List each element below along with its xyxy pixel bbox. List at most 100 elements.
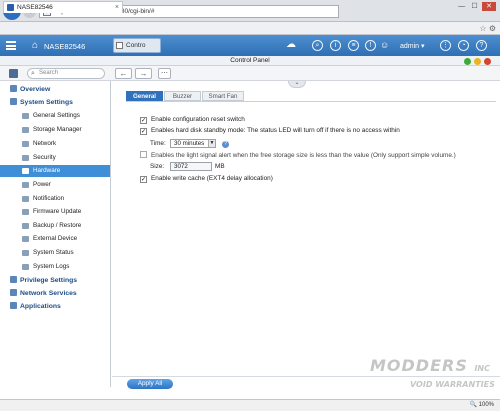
browser-tab-strip: [0, 22, 500, 35]
general-settings-icon: [22, 113, 29, 119]
tab-general[interactable]: General: [126, 91, 163, 101]
bulb-icon: [22, 182, 29, 188]
sidebar-item-system-logs[interactable]: System Logs: [22, 261, 110, 273]
hdd-standby-label: Enables hard disk standby mode: The stat…: [151, 127, 400, 134]
write-cache-checkbox[interactable]: ✓: [140, 176, 147, 183]
browser-status-bar: [0, 399, 500, 411]
light-alert-checkbox[interactable]: [140, 151, 147, 158]
external-device-icon: [22, 236, 29, 242]
light-alert-label: Enables the light signal alert when the …: [151, 152, 456, 159]
zoom-level[interactable]: 🔍 100%: [470, 400, 495, 410]
sidebar-item-security[interactable]: Security: [22, 152, 110, 164]
user-icon[interactable]: ☺: [380, 40, 389, 50]
time-label: Time:: [150, 140, 166, 147]
sidebar-item-notification[interactable]: Notification: [22, 193, 110, 205]
browser-menu-icons[interactable]: ☆ ⚙: [479, 24, 496, 33]
dashboard-icon[interactable]: ◔: [458, 40, 469, 51]
tab-smart-fan[interactable]: Smart Fan: [202, 91, 244, 101]
close-window-button[interactable]: ✕: [482, 2, 496, 11]
magnifier-icon: ⌕: [31, 70, 35, 77]
hardware-icon: [22, 168, 29, 174]
network-services-icon: [10, 289, 17, 296]
time-select-value: 30 minutes: [174, 140, 205, 147]
applications-icon: [10, 302, 17, 309]
apps-button[interactable]: ⋯: [158, 68, 171, 79]
open-app-label: Contro: [126, 42, 146, 49]
forward-button[interactable]: →: [135, 68, 152, 79]
cloud-icon[interactable]: ☁: [286, 39, 296, 50]
window-title: Control Panel: [0, 56, 500, 66]
option-light-alert: Enables the light signal alert when the …: [140, 151, 456, 160]
window-maximize-dot[interactable]: [474, 58, 481, 65]
minimize-button[interactable]: —: [456, 2, 467, 11]
network-icon: [22, 141, 29, 147]
storage-icon[interactable]: ≡: [348, 40, 359, 51]
size-unit: MB: [215, 163, 225, 170]
sidebar-network-services[interactable]: Network Services: [10, 289, 77, 297]
control-panel-icon: [116, 42, 123, 49]
notification-icon: [22, 196, 29, 202]
user-menu[interactable]: admin ▾: [400, 42, 425, 50]
main-menu-icon[interactable]: [6, 41, 16, 50]
system-logs-icon: [22, 264, 29, 270]
backup-icon: [22, 223, 29, 229]
tab-divider: [126, 101, 496, 102]
browser-tab-title: NASE82546: [17, 4, 53, 11]
sidebar-privilege-settings[interactable]: Privilege Settings: [10, 276, 77, 284]
window-close-dot[interactable]: [484, 58, 491, 65]
collapse-chevron-icon[interactable]: ⌄: [288, 80, 306, 88]
sidebar-item-hardware[interactable]: Hardware: [0, 165, 110, 177]
sidebar-item-general-settings[interactable]: General Settings: [22, 110, 110, 122]
sidebar-item-storage-manager[interactable]: Storage Manager: [22, 124, 110, 136]
config-reset-checkbox[interactable]: ✓: [140, 117, 147, 124]
chevron-down-icon: ▼: [208, 140, 215, 147]
option-write-cache: ✓ Enable write cache (EXT4 delay allocati…: [140, 174, 273, 183]
sidebar-system-settings[interactable]: System Settings: [10, 98, 73, 106]
sidebar-overview[interactable]: Overview: [10, 85, 50, 93]
home-icon[interactable]: ⌂: [32, 40, 38, 51]
shield-icon: [22, 155, 29, 161]
write-cache-label: Enable write cache (EXT4 delay allocatio…: [151, 175, 273, 182]
overview-icon: [10, 85, 17, 92]
tab-close-icon[interactable]: ×: [115, 2, 119, 13]
window-minimize-dot[interactable]: [464, 58, 471, 65]
tab-buzzer[interactable]: Buzzer: [164, 91, 201, 101]
back-button[interactable]: ←: [115, 68, 132, 79]
storage-manager-icon: [22, 127, 29, 133]
options-icon[interactable]: ⋮: [440, 40, 451, 51]
system-settings-icon: [10, 98, 17, 105]
favicon-icon: [7, 4, 14, 11]
nas-name[interactable]: NASE82546: [44, 42, 85, 51]
search-input[interactable]: ⌕ Search: [27, 68, 105, 79]
help-icon[interactable]: ?: [476, 40, 487, 51]
sidebar-item-system-status[interactable]: System Status: [22, 247, 110, 259]
config-reset-label: Enable configuration reset switch: [151, 116, 245, 123]
apply-all-button[interactable]: Apply All: [127, 379, 173, 389]
sidebar: Overview System Settings General Setting…: [0, 81, 111, 387]
sidebar-item-firmware-update[interactable]: Firmware Update: [22, 206, 110, 218]
watermark-logo: MODDERS INC VOID WARRANTIES: [370, 356, 495, 390]
window-controls: — ☐ ✕: [456, 2, 496, 11]
option-hdd-standby: ✓ Enables hard disk standby mode: The sta…: [140, 126, 400, 135]
browser-tab[interactable]: NASE82546 ×: [3, 1, 123, 13]
hdd-standby-checkbox[interactable]: ✓: [140, 128, 147, 135]
maximize-button[interactable]: ☐: [469, 2, 480, 11]
system-status-icon: [22, 250, 29, 256]
time-select[interactable]: 30 minutes ▼: [170, 139, 216, 148]
sidebar-applications[interactable]: Applications: [10, 302, 61, 310]
grid-view-icon[interactable]: [9, 69, 18, 78]
help-icon[interactable]: ?: [222, 141, 229, 148]
search-placeholder: Search: [39, 70, 59, 76]
notification-icon[interactable]: !: [365, 40, 376, 51]
sidebar-item-external-device[interactable]: External Device: [22, 233, 110, 245]
sidebar-item-backup-restore[interactable]: Backup / Restore: [22, 220, 110, 232]
size-input[interactable]: 3072: [170, 162, 212, 171]
info-icon[interactable]: i: [330, 40, 341, 51]
sidebar-item-network[interactable]: Network: [22, 138, 110, 150]
sidebar-item-power[interactable]: Power: [22, 179, 110, 191]
firmware-icon: [22, 209, 29, 215]
option-config-reset: ✓ Enable configuration reset switch: [140, 115, 245, 124]
open-app-control-panel[interactable]: Contro: [113, 38, 161, 53]
search-icon[interactable]: ⌕: [312, 40, 323, 51]
privilege-icon: [10, 276, 17, 283]
